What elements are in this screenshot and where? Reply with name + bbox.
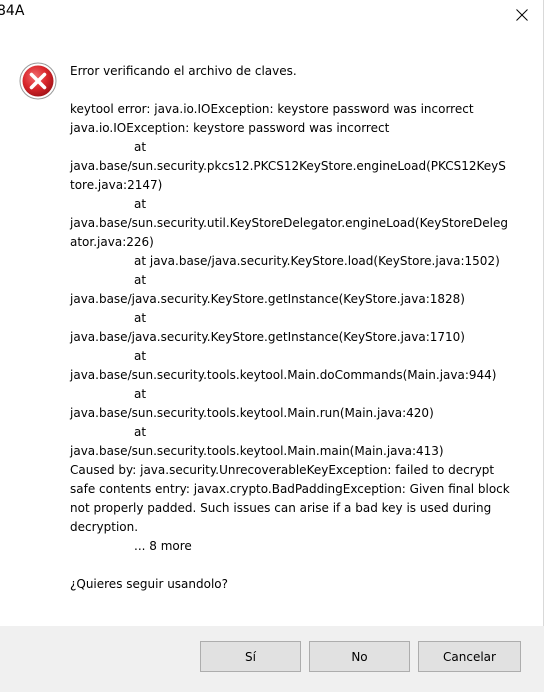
trace-line: java.base/java.security.KeyStore.getInst… — [70, 292, 465, 306]
trace-line: at — [134, 140, 147, 154]
window-title: 84A — [0, 3, 25, 19]
trace-line: java.base/sun.security.tools.keytool.Mai… — [70, 406, 434, 420]
trace-line: at — [134, 425, 147, 439]
message-content: Error verificando el archivo de claves. … — [70, 62, 510, 594]
no-button[interactable]: No — [309, 641, 410, 672]
yes-button[interactable]: Sí — [200, 641, 301, 672]
more-frames: ... 8 more — [134, 539, 192, 553]
trace-line: at java.base/java.security.KeyStore.load… — [134, 254, 500, 268]
trace-line: at — [134, 387, 147, 401]
trace-line: java.base/sun.security.util.KeyStoreDele… — [70, 216, 508, 249]
error-dialog: 84A Error verificando el archivo de clav… — [0, 0, 544, 692]
error-headline: Error verificando el archivo de claves. — [70, 64, 297, 78]
title-bar: 84A — [0, 0, 544, 30]
prompt-question: ¿Quieres seguir usandolo? — [70, 577, 229, 591]
error-cause: Caused by: java.security.UnrecoverableKe… — [70, 463, 510, 534]
trace-line: java.base/sun.security.tools.keytool.Mai… — [70, 368, 497, 382]
trace-line: at — [134, 197, 147, 211]
trace-line: at — [134, 349, 147, 363]
close-icon — [516, 9, 528, 21]
error-icon — [19, 62, 57, 100]
stack-trace: keytool error: java.io.IOException: keys… — [70, 100, 510, 461]
trace-line: java.base/java.security.KeyStore.getInst… — [70, 330, 465, 344]
cancel-button[interactable]: Cancelar — [418, 641, 521, 672]
trace-line: at — [134, 311, 147, 325]
trace-line: java.io.IOException: keystore password w… — [70, 121, 390, 135]
trace-line: java.base/sun.security.pkcs12.PKCS12KeyS… — [70, 159, 506, 192]
close-button[interactable] — [500, 0, 544, 30]
trace-line: keytool error: java.io.IOException: keys… — [70, 102, 474, 116]
trace-line: at — [134, 273, 147, 287]
trace-line: java.base/sun.security.tools.keytool.Mai… — [70, 444, 444, 458]
button-bar: Sí No Cancelar — [0, 626, 544, 692]
